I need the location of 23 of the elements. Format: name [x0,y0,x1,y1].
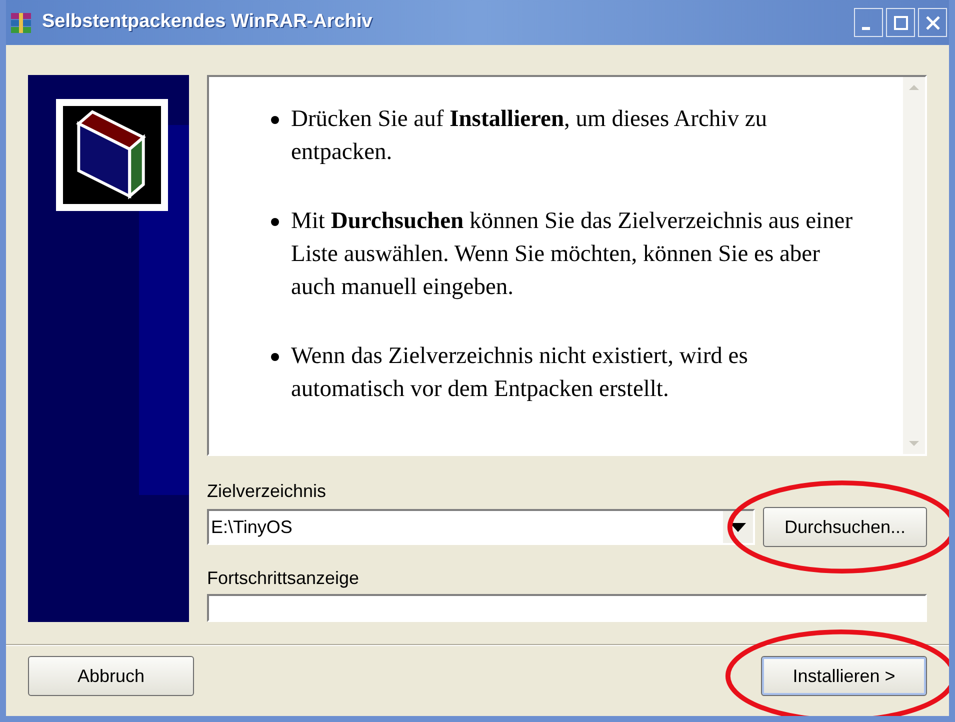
cancel-button[interactable]: Abbruch [28,656,194,696]
bullet-icon [271,218,279,226]
minimize-icon [862,27,870,30]
info-paragraph: Wenn das Zielverzeichnis nicht existiert, wird es automatisch vor dem Entpacken erstellt. [291,342,749,404]
info-paragraph: Drücken Sie auf Installieren, um dieses Archiv zu entpacken. [291,105,768,167]
install-button[interactable]: Installieren > [761,656,927,696]
box-logo-icon [63,106,161,204]
window-title: Selbstentpackendes WinRAR-Archiv [42,10,372,34]
bullet-icon [271,353,279,361]
progress-label: Fortschrittsanzeige [207,567,360,590]
destination-combo[interactable]: E:\TinyOS [207,509,755,546]
maximize-icon [892,14,908,30]
info-paragraph: Mit Durchsuchen können Sie das Zielverzeichnis aus einer Liste auswählen. Wenn Sie möchten, können Sie es aber auch manuell eingeben. [291,207,854,302]
close-button[interactable] [918,8,947,37]
close-icon [924,14,940,30]
scroll-down-icon [909,441,919,446]
maximize-button[interactable] [886,8,915,37]
minimize-button[interactable] [854,8,883,37]
browse-button[interactable]: Durchsuchen... [763,507,927,548]
destination-label: Zielverzeichnis [207,480,328,504]
dropdown-arrow-icon [730,522,746,532]
scroll-up-icon [909,85,919,90]
bullet-icon [271,116,279,124]
